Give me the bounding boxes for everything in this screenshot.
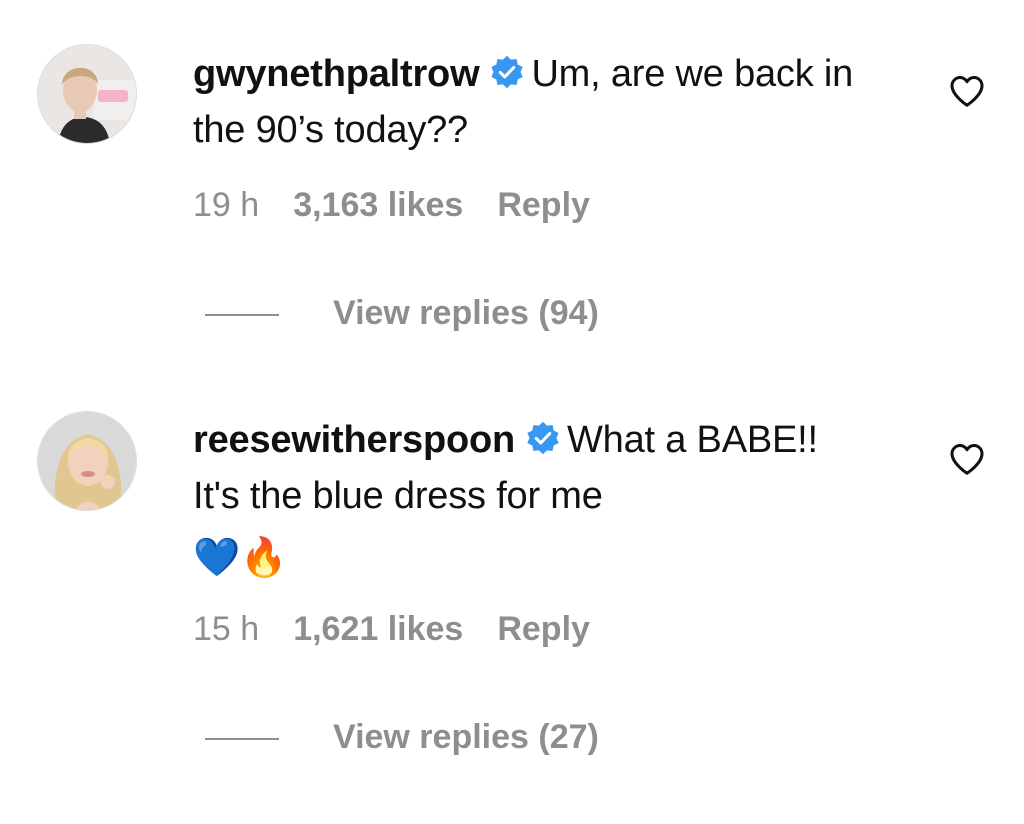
like-heart-icon[interactable] [949, 442, 985, 476]
avatar[interactable] [37, 411, 137, 511]
avatar[interactable] [37, 44, 137, 144]
reply-button[interactable]: Reply [497, 610, 590, 648]
view-replies-button[interactable]: View replies (27) [205, 718, 599, 757]
timestamp[interactable]: 19 h [193, 186, 259, 224]
username[interactable]: gwynethpaltrow [193, 53, 480, 95]
avatar-photo-icon [38, 45, 136, 143]
comment-body: gwynethpaltrow Um, are we back in the 90… [193, 46, 873, 158]
comment-meta: 19 h 3,163 likes Reply [193, 186, 624, 225]
replies-divider [205, 738, 279, 741]
username[interactable]: reesewitherspoon [193, 419, 515, 461]
reply-button[interactable]: Reply [497, 186, 590, 224]
verified-badge-icon [527, 421, 559, 455]
emoji-blue-heart-fire: 💙🔥 [193, 537, 288, 579]
timestamp[interactable]: 15 h [193, 610, 259, 648]
comment-body: reesewitherspoon What a BABE!! It's the … [193, 412, 873, 586]
replies-divider [205, 314, 279, 317]
like-heart-icon[interactable] [949, 74, 985, 108]
view-replies-label: View replies (94) [333, 294, 599, 332]
likes-count[interactable]: 1,621 likes [293, 610, 463, 648]
view-replies-label: View replies (27) [333, 718, 599, 756]
avatar-photo-icon [38, 412, 136, 510]
view-replies-button[interactable]: View replies (94) [205, 294, 599, 333]
likes-count[interactable]: 3,163 likes [293, 186, 463, 224]
verified-badge-icon [491, 55, 524, 89]
comment-meta: 15 h 1,621 likes Reply [193, 610, 624, 649]
